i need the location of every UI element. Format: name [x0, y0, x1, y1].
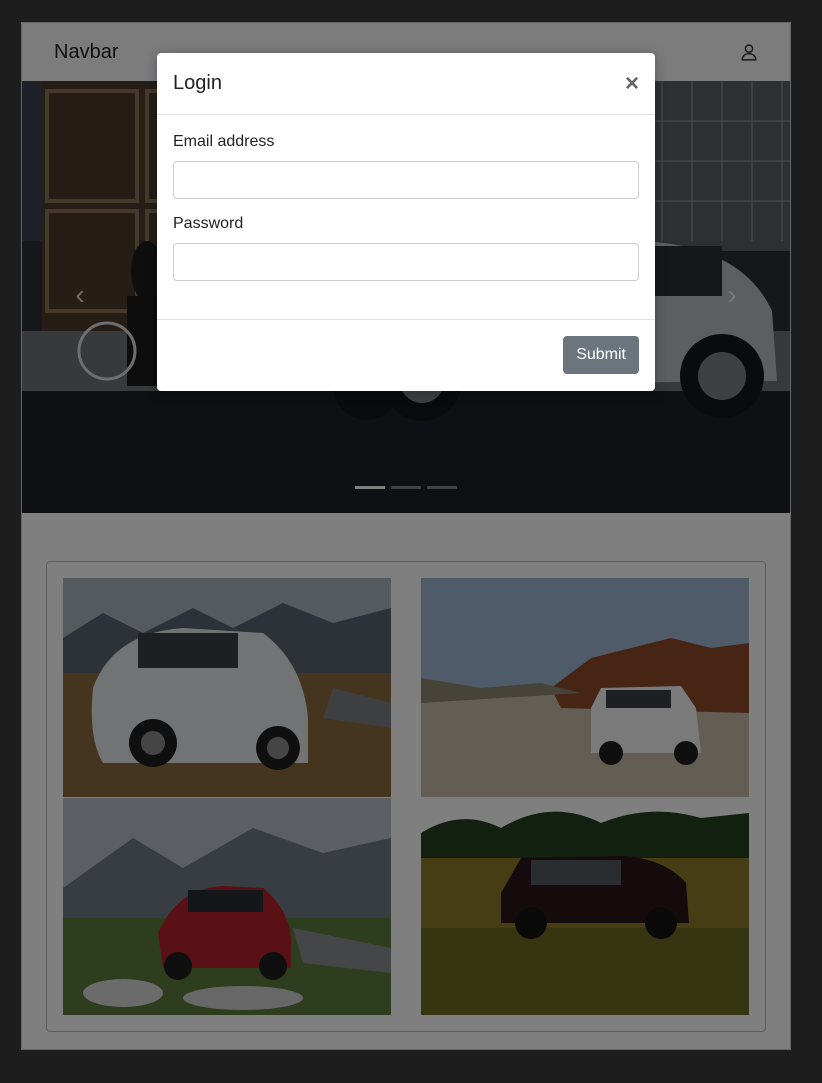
photo-gallery — [46, 561, 766, 1032]
email-field[interactable] — [173, 161, 639, 199]
user-icon[interactable] — [740, 43, 758, 61]
modal-footer: Submit — [157, 320, 655, 390]
password-field[interactable] — [173, 243, 639, 281]
gallery-photo[interactable] — [421, 578, 749, 797]
modal-body: Email address Password — [157, 115, 655, 320]
gallery-photo[interactable] — [63, 798, 391, 1015]
password-group: Password — [173, 215, 639, 281]
carousel-indicators — [22, 486, 790, 489]
modal-title: Login — [173, 72, 222, 94]
carousel-prev-icon[interactable]: ‹ — [68, 279, 92, 311]
password-label: Password — [173, 215, 244, 232]
modal-header: Login × — [157, 53, 655, 115]
login-modal: Login × Email address Password Submit — [157, 53, 655, 391]
submit-button[interactable]: Submit — [563, 336, 639, 374]
carousel-indicator[interactable] — [391, 486, 421, 489]
carousel-indicator[interactable] — [355, 486, 385, 489]
email-group: Email address — [173, 133, 639, 199]
carousel-next-icon[interactable]: › — [720, 279, 744, 311]
gallery-photo[interactable] — [63, 578, 391, 797]
carousel-indicator[interactable] — [427, 486, 457, 489]
navbar-brand[interactable]: Navbar — [54, 41, 118, 64]
close-button[interactable]: × — [625, 71, 639, 96]
gallery-photo[interactable] — [421, 798, 749, 1015]
email-label: Email address — [173, 133, 275, 150]
